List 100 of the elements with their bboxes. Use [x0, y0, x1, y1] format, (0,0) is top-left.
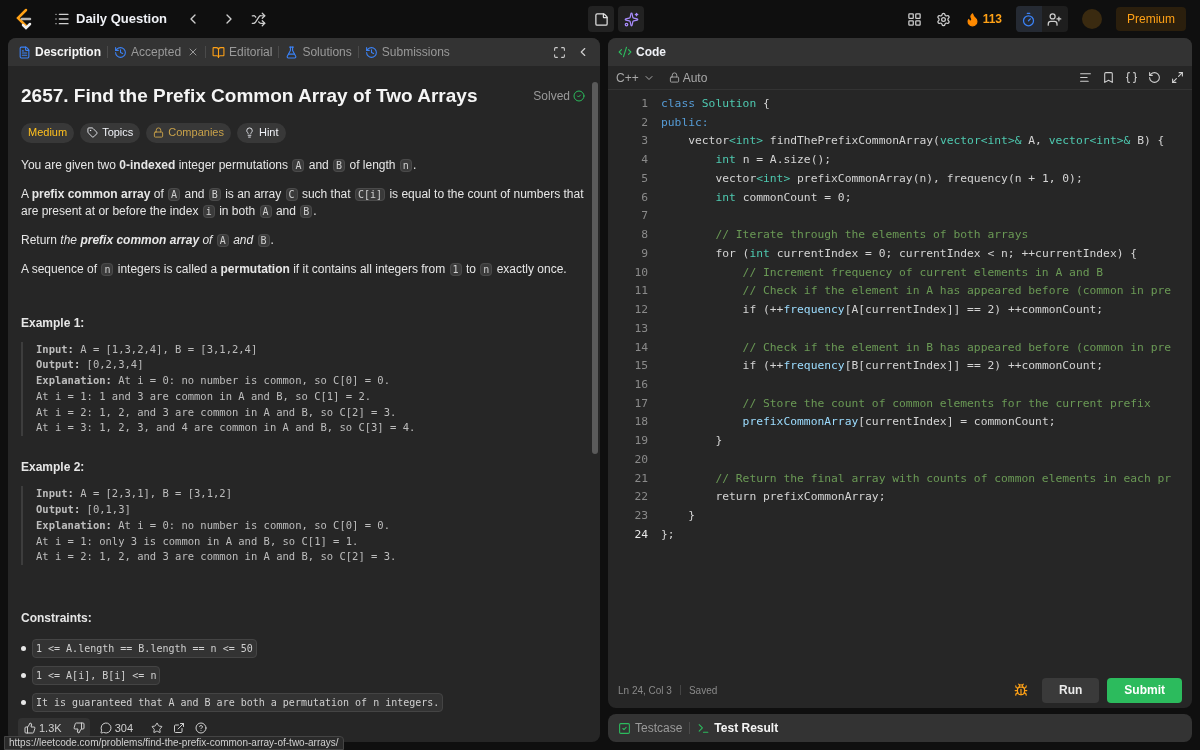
share-icon[interactable] — [173, 722, 185, 734]
line-number: 23 — [633, 508, 648, 525]
code-line[interactable]: if (++frequency[B[currentIndex]] == 2) ++commonCount; — [661, 357, 1104, 376]
list-icon[interactable] — [54, 11, 70, 27]
notes-button[interactable] — [588, 6, 614, 32]
example-block: Input: A = [2,3,1], B = [3,1,2] Output: [0,1,3] Explanation: At i = 0: no number is common, so C[0] = 0. At i = 1: only 3 is common in A and B, so C[1] = 1. At i = 2: 1, 2, and 3 are common in A and B, so C[2] = 3. — [21, 486, 587, 566]
tag-chip[interactable]: Companies — [146, 122, 231, 143]
code-tab[interactable]: Code — [636, 43, 666, 61]
code-line[interactable]: // Return the final array with counts of common elements in each pr — [661, 469, 1172, 489]
code-line[interactable]: return prefixCommonArray; — [661, 488, 886, 508]
code-line[interactable]: // Check if the element in A has appeared before (common in pre — [661, 282, 1172, 302]
expand-icon[interactable] — [1171, 71, 1184, 84]
line-number: 1 — [640, 96, 648, 112]
line-number: 8 — [640, 227, 648, 244]
timer-button[interactable] — [1016, 6, 1042, 32]
line-number: 13 — [633, 320, 648, 337]
code-line[interactable]: // Iterate through the elements of both arrays — [661, 226, 1029, 245]
panel-tab[interactable]: Accepted — [114, 43, 200, 61]
line-number: 10 — [633, 264, 648, 281]
run-button[interactable]: Run — [1042, 677, 1100, 703]
mode-label[interactable]: Auto — [682, 68, 708, 87]
debug-icon[interactable] — [1014, 683, 1028, 697]
braces-icon[interactable] — [1125, 71, 1138, 84]
code-line[interactable]: // Increment frequency of current elements in A and B — [661, 263, 1104, 283]
panel-tab[interactable]: Test Result — [697, 719, 779, 737]
panel-tab[interactable]: Editorial — [212, 43, 273, 61]
tag-chip[interactable]: Hint — [236, 122, 286, 143]
code-line[interactable]: int n = A.size(); — [661, 151, 832, 170]
solved-status: Solved — [533, 88, 570, 106]
code-line[interactable]: vector<int> findThePrefixCommonArray(vector<int>& A, vector<int>& B) { — [661, 132, 1165, 152]
code-line[interactable]: prefixCommonArray[currentIndex] = commonCount; — [661, 413, 1056, 433]
streak-count: 113 — [982, 11, 1002, 28]
sparkle-icon — [623, 11, 639, 27]
book-icon — [212, 45, 226, 59]
bullet-icon — [21, 700, 26, 706]
code-line[interactable]: // Check if the element in B has appeared before (common in pre — [661, 338, 1172, 358]
line-number: 18 — [633, 414, 648, 431]
line-number: 16 — [633, 377, 648, 393]
premium-button[interactable]: Premium — [1116, 7, 1186, 31]
line-number: 15 — [633, 358, 648, 375]
line-number: 21 — [633, 470, 648, 487]
scrollbar-thumb[interactable] — [592, 82, 598, 454]
line-number: 20 — [633, 451, 648, 468]
lock-icon — [153, 127, 165, 138]
history-icon — [114, 45, 127, 59]
tag-chip[interactable]: Medium — [21, 122, 75, 143]
thumbs-up-icon — [24, 722, 36, 734]
lock-icon — [668, 72, 680, 83]
checkbox-icon — [618, 721, 631, 735]
bookmark-icon[interactable] — [1102, 71, 1115, 84]
comments-button[interactable]: 304 — [99, 719, 133, 737]
code-line[interactable]: public: — [661, 113, 709, 133]
save-status: Saved — [688, 683, 718, 698]
comment-icon — [99, 722, 112, 734]
line-number: 6 — [640, 189, 648, 206]
language-dropdown[interactable]: C++ — [616, 68, 655, 87]
code-line[interactable]: // Store the count of common elements for the current prefix — [661, 394, 1151, 414]
fullscreen-icon[interactable] — [553, 45, 566, 59]
code-line[interactable]: int commonCount = 0; — [661, 188, 852, 208]
logo-icon[interactable] — [14, 8, 34, 30]
bullet-icon — [21, 646, 26, 652]
panel-tab[interactable]: Testcase — [618, 719, 683, 737]
settings-icon[interactable] — [935, 11, 951, 27]
line-number: 17 — [633, 395, 648, 412]
code-line[interactable]: if (++frequency[A[currentIndex]] == 2) ++commonCount; — [661, 301, 1104, 320]
code-line[interactable]: for (int currentIndex = 0; currentIndex < n; ++currentIndex) { — [661, 244, 1138, 264]
tag-chip[interactable]: Topics — [80, 122, 141, 143]
problem-list-title[interactable]: Daily Question — [76, 9, 168, 29]
code-line[interactable]: } — [661, 507, 695, 526]
panel-tab[interactable]: Solutions — [285, 43, 352, 61]
terminal-icon — [697, 721, 711, 735]
ai-button[interactable] — [618, 6, 644, 32]
check-icon — [573, 90, 585, 103]
example-block: Input: A = [1,3,2,4], B = [3,1,2,4] Output: [0,2,3,4] Explanation: At i = 0: no number is common, so C[0] = 0. At i = 1: 1 and 3 are common in A and B, so C[1] = 2. At i = 2: 1, 2, and 3 are common in A and B, so C[2] = 3. At i = 3: 1, 2, 3, and 4 are common in A and B, so C[3] = 4. — [21, 341, 587, 437]
lightbulb-icon — [243, 127, 255, 138]
panel-tab[interactable]: Description — [18, 43, 101, 61]
line-number: 11 — [633, 283, 648, 300]
code-line[interactable]: } — [661, 432, 723, 451]
help-icon[interactable] — [195, 722, 207, 734]
code-line[interactable]: }; — [661, 525, 675, 545]
status-url-tooltip: https://leetcode.com/problems/find-the-prefix-common-array-of-two-arrays/ — [4, 736, 344, 750]
panel-tab[interactable]: Submissions — [364, 43, 450, 61]
bullet-icon — [21, 673, 26, 679]
star-icon[interactable] — [151, 722, 163, 734]
code-line[interactable]: class Solution { — [661, 95, 770, 114]
format-icon[interactable] — [1079, 71, 1092, 84]
cursor-position: Ln 24, Col 3 — [618, 683, 672, 698]
reset-icon[interactable] — [1148, 71, 1161, 84]
shuffle-icon[interactable] — [251, 11, 267, 27]
line-number: 2 — [640, 114, 648, 131]
code-line[interactable]: vector<int> prefixCommonArray(n), frequency(n + 1, 0); — [661, 169, 1083, 189]
thumbs-down-icon — [72, 722, 85, 734]
history-icon — [364, 45, 378, 59]
flask-icon — [285, 45, 299, 59]
line-number: 19 — [633, 433, 648, 450]
line-number: 5 — [640, 170, 648, 187]
constraint-text: 1 <= A.length == B.length == n <= 50 — [32, 639, 257, 659]
grid-icon[interactable] — [906, 11, 922, 27]
line-number: 9 — [640, 245, 648, 262]
description-paragraph: A prefix common array of A and B is an array C such that C[i] is equal to the count of numbers that are present at or before the index i in both A and B . — [21, 185, 585, 220]
